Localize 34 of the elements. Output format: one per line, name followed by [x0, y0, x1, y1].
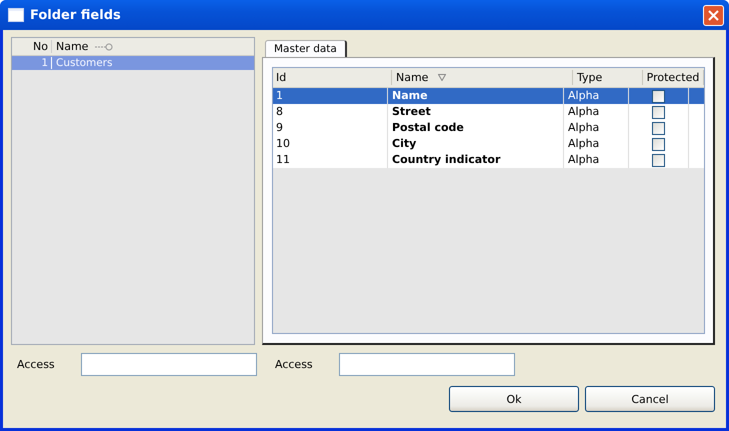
- close-icon: [708, 10, 719, 20]
- table-row[interactable]: 1 Name Alpha: [273, 88, 704, 104]
- table-cell: Alpha: [564, 152, 629, 168]
- dialog-button[interactable]: Ok: [449, 386, 579, 412]
- sort-icon: [438, 74, 446, 81]
- table-row[interactable]: 11 Country indicator Alpha: [273, 152, 704, 168]
- folder-name: Customers: [55, 57, 112, 69]
- column-header[interactable]: Id: [273, 70, 392, 85]
- checkbox[interactable]: [652, 106, 665, 118]
- column-header[interactable]: Name: [392, 70, 573, 85]
- window-icon: [8, 8, 24, 22]
- column-header[interactable]: Protected: [643, 70, 704, 85]
- column-header[interactable]: No: [12, 40, 52, 53]
- table-row[interactable]: 9 Postal code Alpha: [273, 120, 704, 136]
- table-cell: 11: [273, 152, 388, 168]
- input-field[interactable]: [81, 353, 257, 376]
- table-row[interactable]: 8 Street Alpha: [273, 104, 704, 120]
- row-number: 1: [12, 57, 52, 69]
- key-icon: [94, 42, 114, 50]
- dialog-button[interactable]: Cancel: [585, 386, 715, 412]
- checkbox[interactable]: [652, 154, 665, 166]
- column-header[interactable]: Name: [52, 40, 88, 53]
- tab[interactable]: Master data: [265, 40, 347, 57]
- table-row[interactable]: 10 City Alpha: [273, 136, 704, 152]
- checkbox[interactable]: [652, 90, 665, 102]
- table-cell: Country indicator: [388, 152, 564, 168]
- field-label: Access: [16, 358, 56, 371]
- input-field[interactable]: [339, 353, 515, 376]
- checkbox[interactable]: [652, 122, 665, 134]
- window-title: Folder fields: [30, 8, 122, 22]
- column-header[interactable]: Type: [573, 70, 643, 85]
- field-label: Access: [274, 358, 314, 371]
- checkbox[interactable]: [652, 138, 665, 150]
- close-button[interactable]: [703, 4, 724, 26]
